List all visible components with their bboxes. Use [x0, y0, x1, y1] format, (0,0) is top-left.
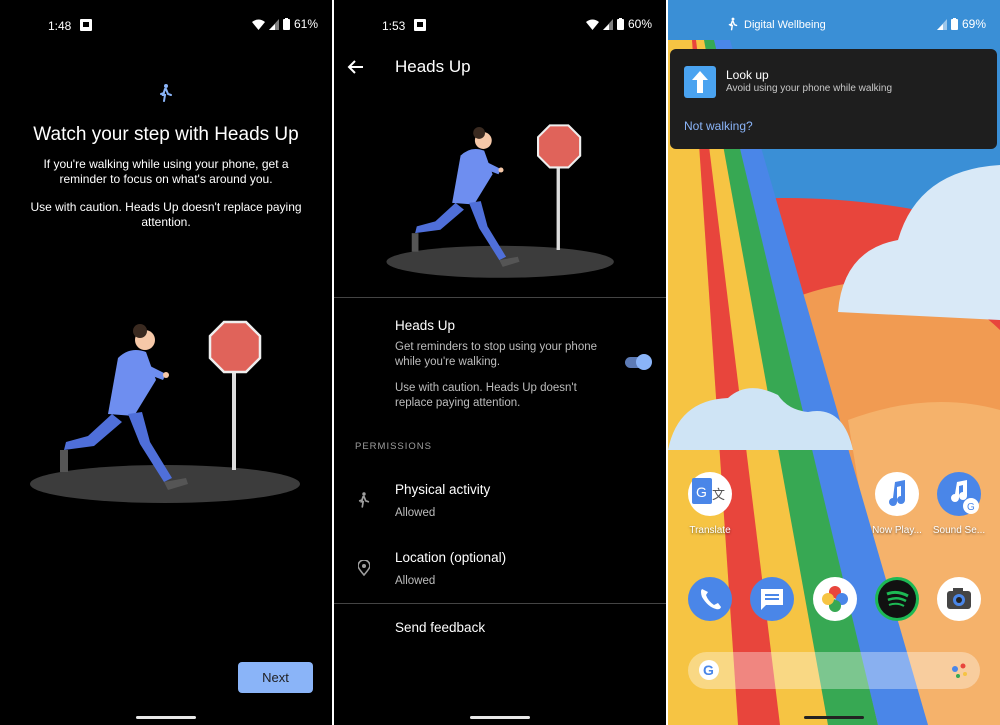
wifi-icon [251, 19, 265, 30]
svg-text:G: G [967, 502, 975, 513]
battery-percent: 60% [627, 17, 652, 31]
battery-icon [950, 18, 958, 30]
up-arrow-icon [684, 66, 716, 103]
heads-up-caution: Use with caution. Heads Up doesn't repla… [395, 382, 577, 409]
photos-icon[interactable] [813, 577, 857, 621]
send-feedback-link[interactable]: Send feedback [395, 620, 485, 635]
battery-icon [282, 18, 290, 30]
notification-text: Avoid using your phone while walking [726, 83, 893, 94]
heads-up-settings-screen: 1:53 60% Heads Up Heads Up Get reminders… [334, 0, 666, 725]
location-title: Location (optional) [395, 550, 507, 565]
google-search-bar[interactable]: G [688, 652, 980, 689]
walking-person-icon [358, 492, 370, 513]
wifi-icon [585, 19, 599, 30]
messages-icon[interactable] [750, 577, 794, 621]
gesture-nav-bar[interactable] [136, 716, 196, 719]
gesture-nav-bar[interactable] [470, 716, 530, 719]
battery-icon [616, 18, 624, 30]
caution-text: Use with caution. Heads Up doesn't repla… [30, 200, 302, 229]
permissions-header: PERMISSIONS [355, 441, 432, 452]
location-pin-icon [357, 559, 371, 581]
gesture-nav-bar[interactable] [804, 716, 864, 719]
heads-up-setting-title: Heads Up [395, 318, 456, 333]
cell-signal-icon [936, 18, 947, 30]
app-bar-title: Heads Up [395, 57, 471, 76]
walking-illustration [30, 318, 302, 513]
heads-up-description: Get reminders to stop using your phone w… [395, 341, 598, 368]
status-time: 1:48 [48, 19, 72, 33]
status-bar: Digital Wellbeing 69% [668, 0, 1000, 50]
translate-label: Translate [689, 525, 731, 536]
cell-signal-icon [268, 18, 279, 30]
location-status: Allowed [395, 575, 436, 587]
photo-notification-icon [80, 19, 92, 34]
back-arrow-icon[interactable] [347, 58, 365, 81]
divider [334, 297, 666, 298]
look-up-notification[interactable]: Look up Avoid using your phone while wal… [670, 49, 997, 149]
camera-icon[interactable] [937, 577, 981, 621]
physical-activity-status: Allowed [395, 507, 436, 519]
svg-text:G: G [696, 484, 707, 500]
battery-percent: 61% [293, 17, 318, 31]
walking-person-icon [728, 17, 738, 34]
heads-up-intro-screen: 1:48 61% Watch your step with Heads Up I… [0, 0, 332, 725]
now-playing-label: Now Play... [872, 525, 922, 536]
status-bar: 1:48 61% [0, 0, 332, 50]
home-screen: Digital Wellbeing 69% Look up Avoid usin… [668, 0, 1000, 725]
svg-text:文: 文 [712, 488, 725, 503]
heads-up-switch[interactable] [625, 354, 652, 370]
svg-text:G: G [703, 662, 714, 678]
status-app-name: Digital Wellbeing [744, 19, 826, 31]
spotify-icon[interactable] [875, 577, 919, 621]
sound-search-label: Sound Se... [932, 525, 986, 536]
translate-icon: G文 [688, 472, 732, 516]
google-assistant-icon[interactable] [950, 661, 970, 686]
sound-search-icon: G [937, 472, 981, 516]
divider [334, 603, 666, 604]
physical-activity-title: Physical activity [395, 482, 491, 497]
page-title: Watch your step with Heads Up [33, 124, 299, 145]
status-bar: 1:53 60% [334, 0, 666, 50]
walking-illustration [386, 122, 616, 287]
photo-notification-icon [414, 19, 426, 34]
intro-description: If you're walking while using your phone… [43, 157, 289, 186]
walking-person-icon [159, 84, 173, 107]
battery-percent: 69% [961, 17, 986, 31]
now-playing-icon [875, 472, 919, 516]
next-button[interactable]: Next [238, 662, 313, 693]
google-g-icon: G [698, 659, 720, 686]
status-time: 1:53 [382, 19, 406, 33]
notification-title: Look up [726, 68, 769, 82]
cell-signal-icon [602, 18, 613, 30]
phone-icon[interactable] [688, 577, 732, 621]
not-walking-button[interactable]: Not walking? [684, 119, 753, 133]
